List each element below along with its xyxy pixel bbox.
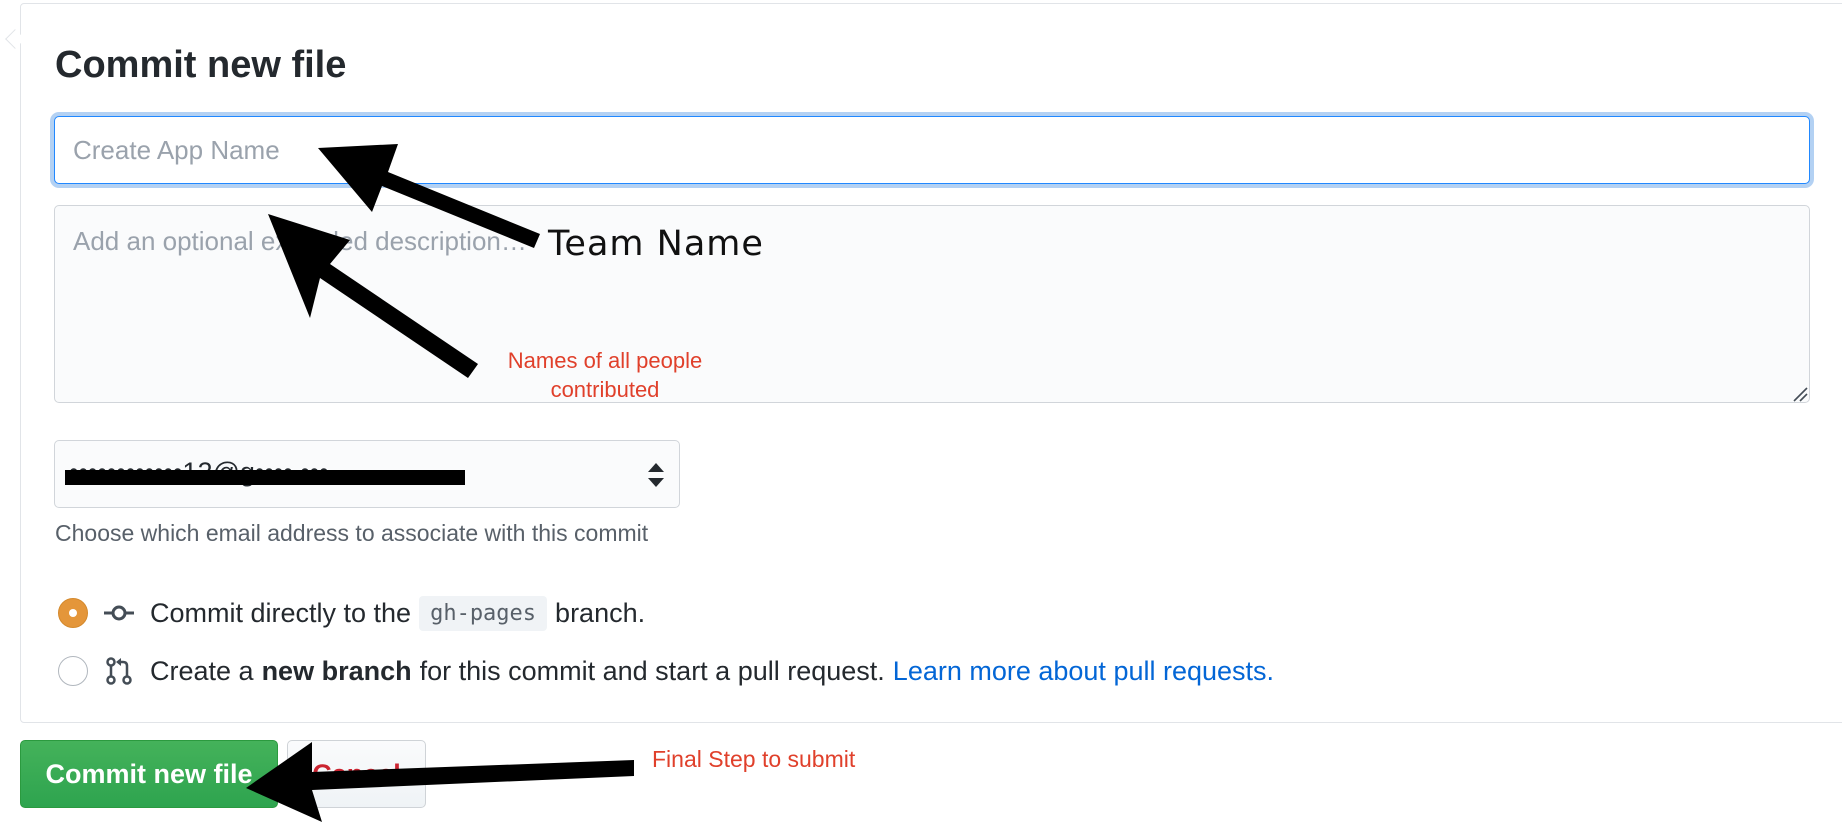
commit-summary-input[interactable]	[54, 116, 1810, 184]
resize-grip-icon[interactable]	[1792, 386, 1808, 402]
option-new-branch[interactable]: Create a new branch for this commit and …	[58, 651, 1274, 691]
option-new-branch-suffix: for this commit and start a pull request…	[419, 655, 885, 686]
option-direct-text: Commit directly to the	[150, 597, 412, 628]
option-new-branch-text: Create a	[150, 655, 254, 686]
cancel-button[interactable]: Cancel	[287, 740, 426, 808]
commit-description-textarea[interactable]	[54, 205, 1810, 403]
select-caret-icon	[648, 463, 664, 487]
commit-page: Commit new file ••••••••••••12@g••••.•••…	[0, 0, 1842, 832]
git-commit-icon	[104, 605, 134, 621]
annotation-team-name: Team Name	[548, 224, 764, 264]
radio-commit-direct[interactable]	[58, 598, 88, 628]
radio-new-branch[interactable]	[58, 656, 88, 686]
annotation-final-step: Final Step to submit	[652, 746, 856, 772]
email-help-text: Choose which email address to associate …	[55, 520, 649, 546]
email-select[interactable]: ••••••••••••12@g••••.•••	[54, 440, 680, 508]
commit-new-file-button[interactable]: Commit new file	[20, 740, 278, 808]
email-redaction-bar	[65, 470, 465, 485]
option-direct-suffix: branch.	[555, 597, 646, 628]
git-pull-request-icon	[106, 657, 132, 685]
branch-name-badge: gh-pages	[419, 595, 548, 631]
learn-more-pull-requests-link[interactable]: Learn more about pull requests.	[893, 656, 1274, 687]
page-title: Commit new file	[55, 44, 347, 86]
option-new-branch-bold: new branch	[261, 655, 412, 686]
annotation-names-note: Names of all people contributed	[507, 348, 703, 402]
option-commit-direct[interactable]: Commit directly to the gh-pages branch.	[58, 593, 645, 633]
